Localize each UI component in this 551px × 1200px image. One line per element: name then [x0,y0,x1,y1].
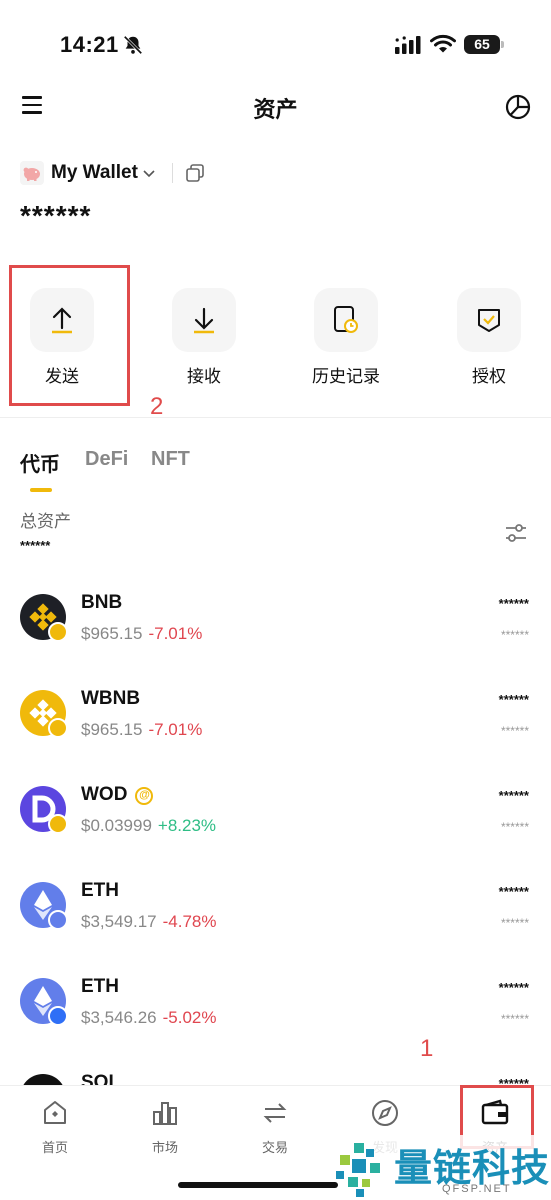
wallet-balance: ****** [20,200,92,231]
wifi-icon [430,34,456,53]
nav-label: 交易 [261,1140,288,1155]
nav-label: 市场 [151,1140,178,1155]
nav-market[interactable]: 市场 [110,1098,220,1156]
download-arrow-icon [172,288,236,352]
home-icon [44,1101,66,1124]
nav-label: 首页 [41,1140,68,1155]
token-symbol: WBNB [81,688,141,709]
token-fiat-value: ****** [500,1012,529,1026]
watermark-subtext: QFSP.NET [442,1183,512,1195]
active-tab-indicator [30,488,52,492]
bell-muted-icon [123,35,143,55]
divider [171,163,173,183]
price-value: $0.03999 [81,816,152,835]
token-symbol: ETH [81,976,119,997]
shield-check-icon [457,288,521,352]
status-time: 14:21 [60,32,119,57]
price-change: -7.01% [148,624,203,643]
page-title: 资产 [253,97,298,122]
battery-tip [501,41,504,48]
token-fiat-value: ****** [500,820,529,834]
token-row-bnb[interactable]: BNB $965.15 -7.01% ****** ****** [0,592,551,674]
section-divider [0,417,551,418]
token-row-wod[interactable]: WOD @ $0.03999 +8.23% ****** ****** [0,784,551,866]
token-row-eth-base[interactable]: ETH $3,546.26 -5.02% ****** ****** [0,976,551,1058]
send-highlight-box [9,265,130,406]
token-price: $3,546.26 -5.02% [81,1008,217,1028]
filter-settings-icon[interactable] [503,520,529,546]
bnb-chain-badge-icon [48,718,68,738]
tab-defi[interactable]: DeFi [85,448,128,471]
token-symbol: ETH [81,880,119,901]
token-price: $3,549.17 -4.78% [81,912,217,932]
tab-nft[interactable]: NFT [151,448,190,471]
eth-chain-badge-icon [48,910,68,930]
receive-button[interactable]: 接收 [149,288,259,387]
token-row-wbnb[interactable]: WBNB $965.15 -7.01% ****** ****** [0,688,551,770]
step-1-annotation: 1 [420,1035,434,1062]
watermark: 量链科技 QFSP.NET [330,1135,551,1200]
history-label: 历史记录 [312,367,380,386]
token-symbol-text: WOD [81,784,128,805]
app-header: 资产 [0,84,551,130]
history-clock-icon [314,288,378,352]
token-fiat-value: ****** [500,628,529,642]
signal-icon [395,36,421,54]
authorize-label: 授权 [472,367,506,386]
total-assets-value: ****** [20,538,51,553]
token-fiat-value: ****** [500,916,529,930]
token-price: $965.15 -7.01% [81,624,202,644]
pie-chart-icon[interactable] [505,94,531,120]
base-chain-badge-icon [48,1006,68,1026]
price-value: $965.15 [81,720,143,739]
compass-icon [372,1100,398,1126]
chevron-down-icon [143,170,155,178]
total-assets-label: 总资产 [20,512,71,531]
token-amount: ****** [498,884,529,899]
price-change: -5.02% [162,1008,217,1027]
watermark-logo-icon [336,1143,380,1197]
copy-icon[interactable] [185,163,205,183]
price-value: $965.15 [81,624,143,643]
token-price: $965.15 -7.01% [81,720,202,740]
price-value: $3,549.17 [81,912,157,931]
price-change: +8.23% [157,816,217,835]
status-bar: 14:21 65 [0,0,551,80]
piggy-bank-icon [20,161,44,185]
token-symbol: WOD @ [81,784,154,806]
at-mention-icon: @ [135,787,154,805]
receive-label: 接收 [187,367,221,386]
market-chart-icon [153,1102,177,1125]
token-amount: ****** [498,596,529,611]
token-amount: ****** [498,692,529,707]
wallet-name: My Wallet [51,162,138,183]
tab-tokens[interactable]: 代币 [20,448,60,477]
token-amount: ****** [498,980,529,995]
battery-indicator: 65 [464,35,500,54]
token-fiat-value: ****** [500,724,529,738]
history-button[interactable]: 历史记录 [291,288,401,387]
price-value: $3,546.26 [81,1008,157,1027]
price-change: -4.78% [162,912,217,931]
token-row-eth[interactable]: ETH $3,549.17 -4.78% ****** ****** [0,880,551,962]
price-change: -7.01% [148,720,203,739]
token-price: $0.03999 +8.23% [81,816,216,836]
token-amount: ****** [498,788,529,803]
token-symbol: BNB [81,592,123,613]
bnb-chain-badge-icon [48,814,68,834]
nav-home[interactable]: 首页 [0,1098,110,1156]
bnb-chain-badge-icon [48,622,68,642]
home-indicator [178,1182,338,1188]
wallet-selector[interactable]: My Wallet [20,158,205,188]
nav-trade[interactable]: 交易 [220,1098,330,1156]
swap-icon [263,1103,287,1123]
authorize-button[interactable]: 授权 [434,288,544,387]
